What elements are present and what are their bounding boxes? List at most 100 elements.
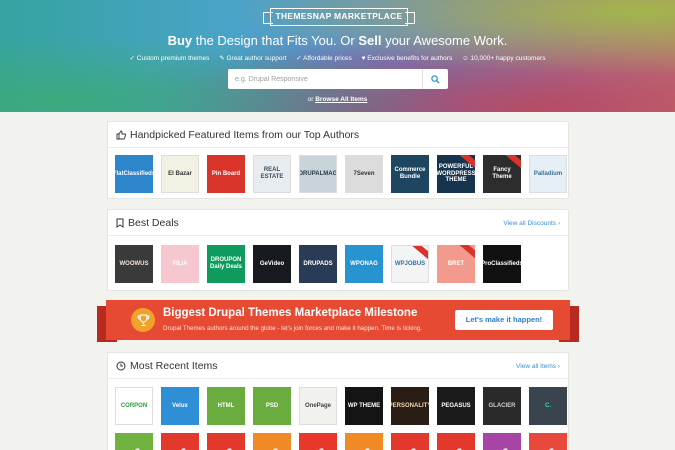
item-thumbnail[interactable] bbox=[207, 433, 245, 450]
feature-item: ✓ Affordable prices bbox=[296, 55, 352, 62]
view-all-items-link[interactable]: View all Items › bbox=[516, 363, 560, 370]
item-thumbnail-label: PEGASUS bbox=[441, 402, 471, 409]
item-thumbnail[interactable]: WPJOBUS bbox=[391, 245, 429, 283]
browse-all: or Browse All Items bbox=[0, 96, 675, 103]
view-all-discounts-link[interactable]: View all Discounts › bbox=[503, 220, 560, 227]
recent-title-row: Most Recent Items bbox=[116, 360, 218, 372]
clock-icon bbox=[116, 361, 126, 371]
item-thumbnail-label: DRUPALMAG bbox=[299, 170, 337, 177]
banner-title: Biggest Drupal Themes Marketplace Milest… bbox=[163, 307, 418, 319]
item-thumbnail[interactable]: ProClassifieds bbox=[483, 245, 521, 283]
item-thumbnail[interactable]: FlatClassifieds bbox=[115, 155, 153, 193]
browse-all-link[interactable]: Browse All Items bbox=[315, 96, 367, 103]
item-thumbnail-label: Commerce Bundle bbox=[394, 167, 426, 180]
item-thumbnail-label: 7Seven bbox=[353, 170, 375, 177]
trophy-icon bbox=[131, 308, 155, 332]
feature-item: ☺ 10,000+ happy customers bbox=[462, 55, 546, 62]
item-thumbnail-label: Fancy Theme bbox=[492, 167, 512, 180]
item-thumbnail[interactable]: FILIA bbox=[161, 245, 199, 283]
item-thumbnail[interactable]: WPONAG bbox=[345, 245, 383, 283]
item-thumbnail[interactable]: DRUPALMAG bbox=[299, 155, 337, 193]
item-thumbnail-label: PERSONALITY bbox=[391, 402, 429, 409]
item-thumbnail[interactable]: C. bbox=[529, 387, 567, 425]
feature-item: ♥ Exclusive benefits for authors bbox=[361, 55, 453, 62]
site-logo[interactable]: THEMESNAP MARKETPLACE bbox=[263, 8, 415, 26]
recent-header: Most Recent Items View all Items › bbox=[108, 353, 568, 379]
deals-title: Best Deals bbox=[128, 217, 179, 229]
item-thumbnail-label: OnePage bbox=[304, 402, 331, 409]
item-thumbnail[interactable] bbox=[115, 433, 153, 450]
item-thumbnail-label: WOOWUS bbox=[119, 260, 149, 267]
item-thumbnail[interactable]: PEGASUS bbox=[437, 387, 475, 425]
item-thumbnail-label: POWERFUL WORDPRESS THEME bbox=[437, 164, 475, 184]
headline-mid: the Design that Fits You. Or bbox=[192, 33, 359, 48]
item-thumbnail[interactable]: Fancy Theme bbox=[483, 155, 521, 193]
featured-thumb-list: FlatClassifieds El Bazar Pin Board REAL EST… bbox=[115, 155, 567, 193]
item-thumbnail[interactable]: BRET bbox=[437, 245, 475, 283]
search-icon bbox=[431, 74, 440, 84]
item-thumbnail-label: BRET bbox=[447, 260, 465, 267]
deals-title-row: Best Deals bbox=[116, 217, 179, 229]
item-thumbnail[interactable]: GeVideo bbox=[253, 245, 291, 283]
hero-header: THEMESNAP MARKETPLACE Buy the Design tha… bbox=[0, 0, 675, 112]
item-thumbnail-label: FILIA bbox=[172, 260, 188, 267]
item-thumbnail[interactable] bbox=[345, 433, 383, 450]
item-thumbnail[interactable]: CORPON bbox=[115, 387, 153, 425]
deals-thumb-list: WOOWUS FILIA DROUPON Daily Deals GeVideo DRU… bbox=[115, 245, 521, 283]
item-thumbnail[interactable] bbox=[437, 433, 475, 450]
item-thumbnail[interactable]: POWERFUL WORDPRESS THEME bbox=[437, 155, 475, 193]
item-thumbnail-label: WP THEME bbox=[347, 402, 381, 409]
item-thumbnail-label: Pin Board bbox=[211, 170, 241, 177]
item-thumbnail[interactable]: DRUPADS bbox=[299, 245, 337, 283]
item-thumbnail-label: REAL ESTATE bbox=[260, 167, 284, 180]
item-thumbnail-label: Velux bbox=[172, 402, 188, 409]
item-thumbnail-label: El Bazar bbox=[168, 170, 192, 177]
item-thumbnail[interactable]: GLACIER bbox=[483, 387, 521, 425]
headline-sell: Sell bbox=[358, 33, 382, 48]
item-thumbnail[interactable]: Pin Board bbox=[207, 155, 245, 193]
featured-header: Handpicked Featured Items from our Top A… bbox=[108, 122, 568, 148]
search-input[interactable] bbox=[228, 69, 421, 89]
item-thumbnail-label: DROUPON Daily Deals bbox=[209, 257, 243, 270]
item-thumbnail[interactable] bbox=[253, 433, 291, 450]
recent-title: Most Recent Items bbox=[130, 360, 218, 372]
recent-panel: Most Recent Items View all Items › CORPO… bbox=[107, 352, 569, 450]
item-thumbnail[interactable] bbox=[483, 433, 521, 450]
item-thumbnail-label: Palladium bbox=[533, 170, 563, 177]
item-thumbnail-label: ProClassifieds bbox=[483, 260, 521, 267]
item-thumbnail[interactable]: OnePage bbox=[299, 387, 337, 425]
item-thumbnail[interactable]: Velux bbox=[161, 387, 199, 425]
item-thumbnail[interactable]: Palladium bbox=[529, 155, 567, 193]
item-thumbnail[interactable] bbox=[161, 433, 199, 450]
headline-buy: Buy bbox=[167, 33, 193, 48]
item-thumbnail[interactable]: DROUPON Daily Deals bbox=[207, 245, 245, 283]
item-thumbnail[interactable]: PSD bbox=[253, 387, 291, 425]
item-thumbnail[interactable]: WP THEME bbox=[345, 387, 383, 425]
banner-subtitle: Drupal Themes authors around the globe -… bbox=[163, 325, 423, 332]
featured-title: Handpicked Featured Items from our Top A… bbox=[130, 129, 360, 141]
bookmark-icon bbox=[116, 218, 124, 228]
item-thumbnail[interactable]: HTML bbox=[207, 387, 245, 425]
item-thumbnail-label: WPONAG bbox=[350, 260, 378, 267]
item-thumbnail[interactable]: REAL ESTATE bbox=[253, 155, 291, 193]
item-thumbnail[interactable]: PERSONALITY bbox=[391, 387, 429, 425]
item-thumbnail[interactable]: El Bazar bbox=[161, 155, 199, 193]
featured-title-row: Handpicked Featured Items from our Top A… bbox=[116, 129, 359, 141]
feature-item: ✓ Custom premium themes bbox=[129, 55, 210, 62]
deals-header: Best Deals View all Discounts › bbox=[108, 210, 568, 236]
make-it-happen-button[interactable]: Let's make it happen! bbox=[455, 310, 553, 330]
headline-end: your Awesome Work. bbox=[381, 33, 508, 48]
item-thumbnail[interactable]: 7Seven bbox=[345, 155, 383, 193]
item-thumbnail[interactable]: Commerce Bundle bbox=[391, 155, 429, 193]
item-thumbnail[interactable] bbox=[391, 433, 429, 450]
item-thumbnail-label: CORPON bbox=[120, 402, 148, 409]
item-thumbnail[interactable] bbox=[299, 433, 337, 450]
feature-list: ✓ Custom premium themes ✎ Great author s… bbox=[0, 54, 675, 62]
thumbs-up-icon bbox=[116, 130, 126, 140]
hero-headline: Buy the Design that Fits You. Or Sell yo… bbox=[0, 33, 675, 48]
item-thumbnail[interactable] bbox=[529, 433, 567, 450]
item-thumbnail-label: DRUPADS bbox=[303, 260, 333, 267]
item-thumbnail-label: FlatClassifieds bbox=[115, 170, 153, 177]
search-button[interactable] bbox=[422, 69, 448, 89]
item-thumbnail[interactable]: WOOWUS bbox=[115, 245, 153, 283]
